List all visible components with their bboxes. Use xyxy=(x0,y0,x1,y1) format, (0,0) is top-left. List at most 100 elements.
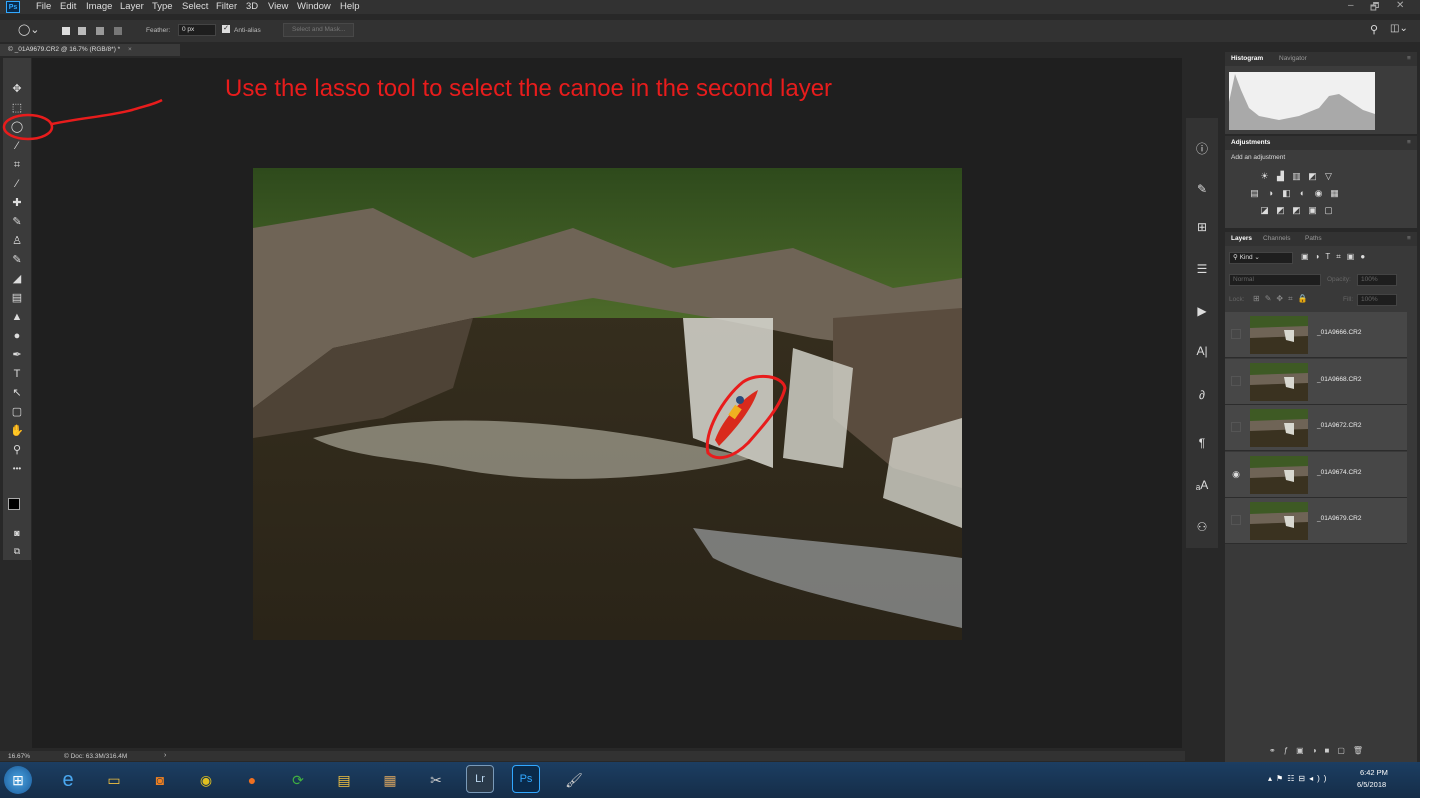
healing-brush-tool-icon[interactable]: ✚ xyxy=(9,196,25,210)
system-tray-icons[interactable]: ▴⚑☷⊟◂)) xyxy=(1268,774,1330,783)
color-balance-icon[interactable]: ◑ xyxy=(1265,189,1276,198)
layer-row[interactable]: _01A9679.CR2 xyxy=(1225,498,1407,544)
mores-tool-icon[interactable]: ••• xyxy=(9,462,25,476)
tab-navigator[interactable]: Navigator xyxy=(1279,55,1307,62)
path-selection-tool-icon[interactable]: ↖ xyxy=(9,386,25,400)
tab-channels[interactable]: Channels xyxy=(1263,235,1290,242)
brush-settings-icon[interactable]: ✎ xyxy=(1190,178,1214,200)
invert-icon[interactable]: ◪ xyxy=(1259,206,1270,215)
crop-tool-icon[interactable]: ⌗ xyxy=(9,158,25,172)
menu-file[interactable]: File xyxy=(36,1,51,13)
menu-type[interactable]: Type xyxy=(152,1,173,13)
photo-filter-icon[interactable]: ◐ xyxy=(1297,189,1308,198)
blur-tool-icon[interactable]: ▲ xyxy=(9,310,25,324)
chrome-icon[interactable]: ◉ xyxy=(192,766,220,794)
eraser-tool-icon[interactable]: ◢ xyxy=(9,272,25,286)
feather-input[interactable]: 0 px xyxy=(178,24,216,36)
dodge-tool-icon[interactable]: ● xyxy=(9,329,25,343)
new-selection-icon[interactable] xyxy=(62,27,70,35)
close-button[interactable]: ✕ xyxy=(1396,0,1404,11)
layer-row[interactable]: _01A9666.CR2 xyxy=(1225,312,1407,358)
fill-input[interactable]: 100% xyxy=(1357,294,1397,306)
photoshop-taskbar-button[interactable]: Ps xyxy=(512,765,540,793)
vibrance-icon[interactable]: ▽ xyxy=(1323,172,1334,181)
folder-app-icon[interactable]: ▤ xyxy=(330,766,358,794)
document-tab-close-icon[interactable]: × xyxy=(128,46,132,53)
posterize-icon[interactable]: ◩ xyxy=(1275,206,1286,215)
history-brush-tool-icon[interactable]: ✎ xyxy=(9,253,25,267)
subtract-selection-icon[interactable] xyxy=(96,27,104,35)
bw-icon[interactable]: ◧ xyxy=(1281,189,1292,198)
menu-filter[interactable]: Filter xyxy=(216,1,237,13)
eye-icon[interactable]: ◉ xyxy=(1231,469,1241,479)
gradient-tool-icon[interactable]: ▤ xyxy=(9,291,25,305)
ie-icon[interactable]: e xyxy=(54,766,82,794)
adjustments-menu-icon[interactable]: ≡ xyxy=(1407,139,1411,146)
minimize-button[interactable]: – xyxy=(1348,0,1354,11)
clock-date[interactable]: 6/5/2018 xyxy=(1357,780,1386,789)
screen-mode-icon[interactable]: ⧉ xyxy=(9,544,25,558)
layer-comps-icon[interactable]: ⚇ xyxy=(1190,516,1214,538)
layer-row[interactable]: _01A9668.CR2 xyxy=(1225,358,1407,405)
menu-select[interactable]: Select xyxy=(182,1,208,13)
select-and-mask-button[interactable]: Select and Mask... xyxy=(283,23,355,37)
layer-row[interactable]: _01A9672.CR2 xyxy=(1225,405,1407,451)
menu-image[interactable]: Image xyxy=(86,1,112,13)
curves-icon[interactable]: ▥ xyxy=(1291,172,1302,181)
media-app-icon[interactable]: ▦ xyxy=(376,766,404,794)
type-tool-icon[interactable]: T xyxy=(9,367,25,381)
menu-help[interactable]: Help xyxy=(340,1,360,13)
visibility-toggle[interactable] xyxy=(1231,515,1241,525)
opacity-input[interactable]: 100% xyxy=(1357,274,1397,286)
status-arrow-icon[interactable]: › xyxy=(164,752,166,759)
tab-paths[interactable]: Paths xyxy=(1305,235,1322,242)
blend-mode-select[interactable]: Normal xyxy=(1229,274,1321,286)
channel-mixer-icon[interactable]: ◉ xyxy=(1313,189,1324,198)
document-tab[interactable]: © _01A9679.CR2 @ 16.7% (RGB/8*) * × xyxy=(0,44,180,56)
quick-mask-icon[interactable]: ◙ xyxy=(9,526,25,540)
hand-tool-icon[interactable]: ✋ xyxy=(9,424,25,438)
pen-tool-icon[interactable]: ✒ xyxy=(9,348,25,362)
sync-icon[interactable]: ⟳ xyxy=(284,766,312,794)
restore-button[interactable]: 🗗 xyxy=(1370,0,1379,17)
intersect-selection-icon[interactable] xyxy=(114,27,122,35)
paint-icon[interactable]: 🖌 xyxy=(560,766,588,794)
lasso-preset-icon[interactable]: ◯⌄ xyxy=(18,23,40,36)
clock-time[interactable]: 6:42 PM xyxy=(1360,768,1388,777)
properties-icon[interactable]: ☰ xyxy=(1190,258,1214,280)
brightness-icon[interactable]: ☀ xyxy=(1259,172,1270,181)
threshold-icon[interactable]: ◩ xyxy=(1291,206,1302,215)
tab-layers[interactable]: Layers xyxy=(1231,235,1252,242)
visibility-toggle[interactable] xyxy=(1231,329,1241,339)
glyphs-icon[interactable]: ∂ xyxy=(1190,384,1214,406)
menu-window[interactable]: Window xyxy=(297,1,331,13)
explorer-icon[interactable]: ▭ xyxy=(100,766,128,794)
menu-layer[interactable]: Layer xyxy=(120,1,144,13)
gradient-map-icon[interactable]: ▣ xyxy=(1307,206,1318,215)
levels-icon[interactable]: ▟ xyxy=(1275,172,1286,181)
layer-filter-icons[interactable]: ▣◑T⌗▣● xyxy=(1301,252,1371,262)
brush-tool-icon[interactable]: ✎ xyxy=(9,215,25,229)
add-selection-icon[interactable] xyxy=(78,27,86,35)
character-styles-icon[interactable]: ₐA xyxy=(1190,474,1214,496)
visibility-toggle[interactable] xyxy=(1231,422,1241,432)
outlook-icon[interactable]: ◙ xyxy=(146,766,174,794)
workspace-icon[interactable]: ◫⌄ xyxy=(1390,23,1408,34)
exposure-icon[interactable]: ◩ xyxy=(1307,172,1318,181)
snipping-tool-icon[interactable]: ✂ xyxy=(422,766,450,794)
actions-icon[interactable]: ▶ xyxy=(1190,300,1214,322)
lightroom-taskbar-button[interactable]: Lr xyxy=(466,765,494,793)
selective-color-icon[interactable]: ▢ xyxy=(1323,206,1334,215)
character-icon[interactable]: A| xyxy=(1190,340,1214,362)
firefox-icon[interactable]: ● xyxy=(238,766,266,794)
menu-3d[interactable]: 3D xyxy=(246,1,258,13)
layer-filter-kind[interactable]: ⚲ Kind ⌄ xyxy=(1229,252,1293,264)
canvas-photo[interactable] xyxy=(253,168,962,640)
menu-edit[interactable]: Edit xyxy=(60,1,76,13)
zoom-level[interactable]: 16.67% xyxy=(8,753,30,760)
eyedropper-tool-icon[interactable]: ⁄ xyxy=(9,177,25,191)
shape-tool-icon[interactable]: ▢ xyxy=(9,405,25,419)
search-icon[interactable]: ⚲ xyxy=(1370,23,1378,36)
clone-source-icon[interactable]: ⊞ xyxy=(1190,216,1214,238)
tab-histogram[interactable]: Histogram xyxy=(1231,55,1263,62)
